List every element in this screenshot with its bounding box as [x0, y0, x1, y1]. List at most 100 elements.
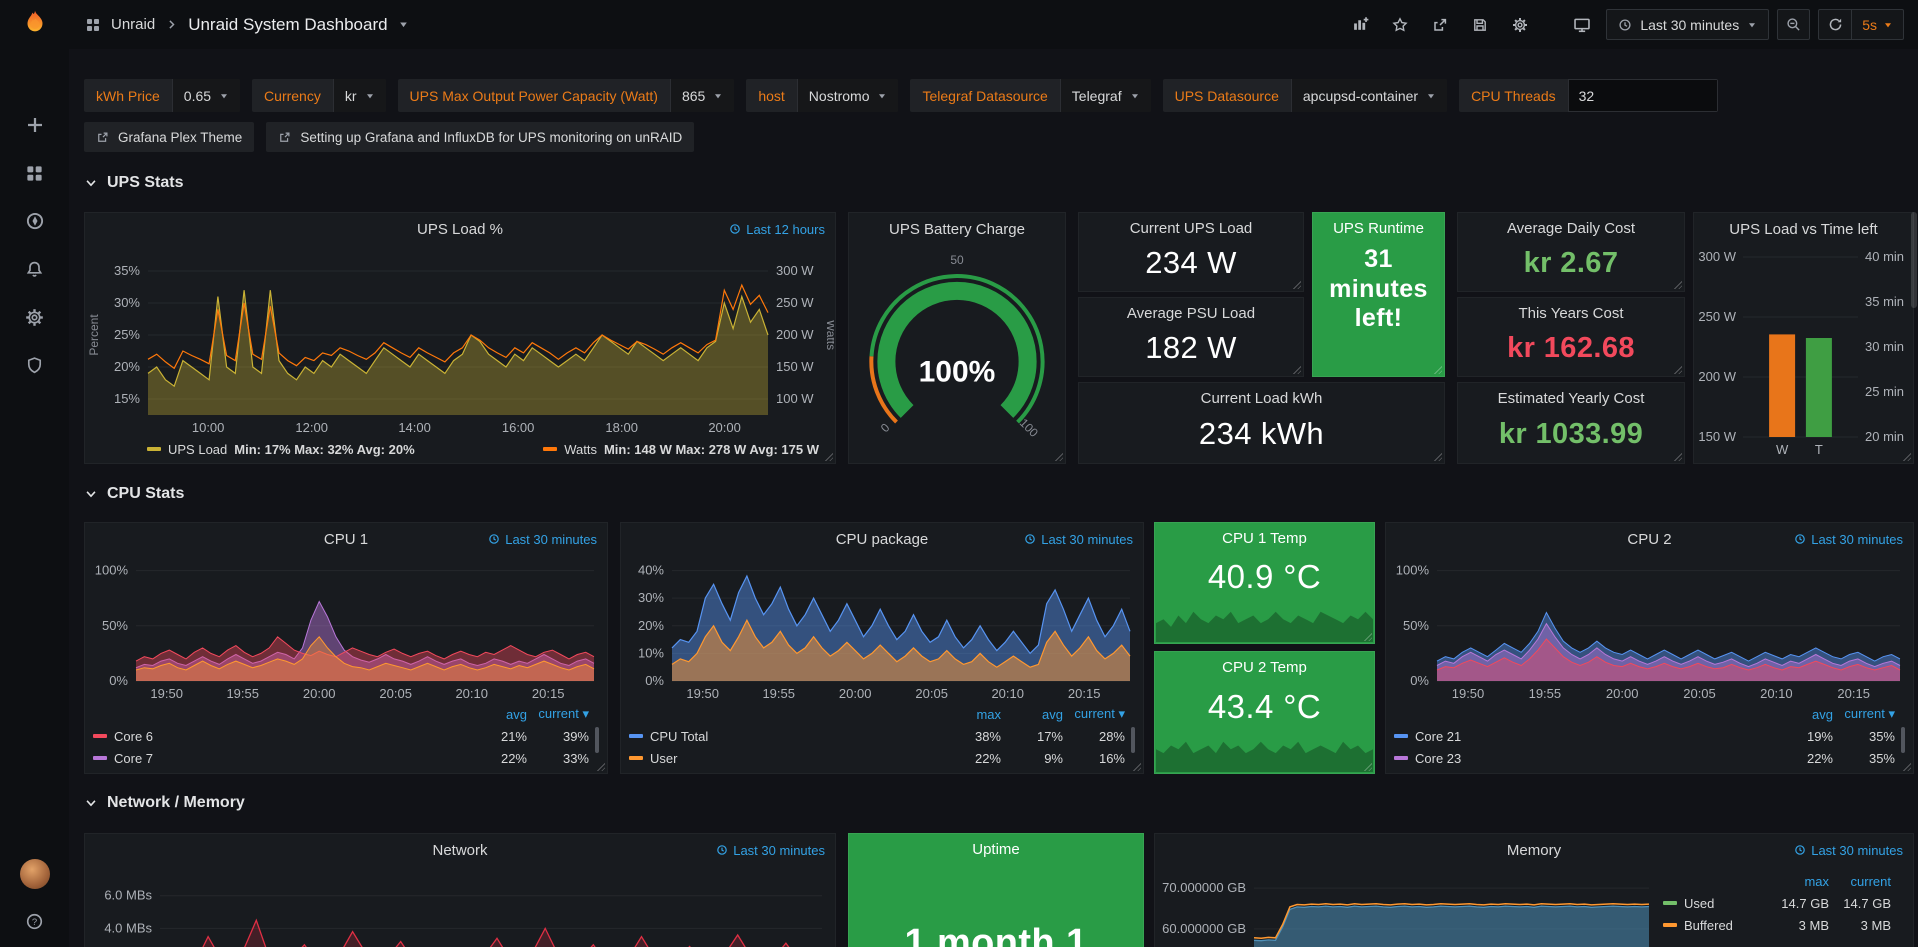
variable-value-dropdown[interactable]: apcupsd-container — [1291, 79, 1447, 112]
sidebar-item-create[interactable] — [23, 113, 47, 137]
row-header-cpu-stats[interactable]: CPU Stats — [84, 485, 184, 503]
variable-value-dropdown[interactable]: 865 — [670, 79, 734, 112]
panel-title[interactable]: Average Daily Cost — [1458, 213, 1684, 243]
dashboard-settings-button[interactable] — [1504, 10, 1536, 40]
star-button[interactable] — [1384, 10, 1416, 40]
panel-resize-handle[interactable] — [1902, 452, 1911, 461]
panel-title[interactable]: CPU 1 Temp — [1155, 523, 1374, 553]
legend-item-ups-load[interactable]: UPS LoadMin: 17% Max: 32% Avg: 20% — [147, 442, 415, 457]
legend-sort-current[interactable]: current ▾ — [527, 706, 589, 722]
cycle-view-mode-button[interactable] — [1566, 10, 1598, 40]
legend-sort-current[interactable]: current — [1829, 874, 1891, 889]
svg-text:20:15: 20:15 — [1068, 686, 1101, 701]
sidebar-item-dashboards[interactable] — [23, 161, 47, 185]
dashboard-link-ups-guide[interactable]: Setting up Grafana and InfluxDB for UPS … — [266, 122, 694, 152]
refresh-button[interactable] — [1819, 10, 1851, 39]
panel-title[interactable]: CPU 2 — [1627, 531, 1671, 548]
dashboard-link-plex-theme[interactable]: Grafana Plex Theme — [84, 122, 254, 152]
panel-resize-handle[interactable] — [596, 762, 605, 771]
panel-resize-handle[interactable] — [1292, 365, 1301, 374]
panel-title[interactable]: CPU 2 Temp — [1155, 652, 1374, 682]
legend-sort-max[interactable]: max — [939, 707, 1001, 722]
legend-series-name[interactable]: CPU Total — [629, 729, 939, 744]
variable-value-dropdown[interactable]: 0.65 — [172, 79, 240, 112]
legend-series-name[interactable]: Core 23 — [1394, 751, 1771, 766]
breadcrumb-folder[interactable]: Unraid — [111, 16, 155, 33]
sidebar-item-alerting[interactable] — [23, 257, 47, 281]
legend-series-name[interactable]: Buffered — [1663, 918, 1767, 933]
sidebar-item-configuration[interactable] — [23, 305, 47, 329]
panel-title[interactable]: UPS Load vs Time left — [1729, 221, 1877, 238]
legend-scrollbar-thumb[interactable] — [1131, 727, 1135, 753]
legend-series-name[interactable]: Used — [1663, 896, 1767, 911]
scrollbar-thumb[interactable] — [1911, 212, 1917, 308]
variable-value-dropdown[interactable]: Telegraf — [1060, 79, 1151, 112]
save-button[interactable] — [1464, 10, 1496, 40]
panel-title[interactable]: This Years Cost — [1458, 298, 1684, 328]
panel-resize-handle[interactable] — [1673, 365, 1682, 374]
panel-title[interactable]: CPU 1 — [324, 531, 368, 548]
legend-sort-max[interactable]: max — [1767, 874, 1829, 889]
legend-item-watts[interactable]: WattsMin: 148 W Max: 278 W Avg: 175 W — [543, 442, 819, 457]
caret-down-icon[interactable] — [398, 19, 409, 30]
panel-title[interactable]: UPS Runtime — [1313, 213, 1444, 243]
user-avatar[interactable] — [20, 859, 50, 889]
sidebar-item-server-admin[interactable] — [23, 353, 47, 377]
variable-value-dropdown[interactable]: kr — [333, 79, 386, 112]
panel-title[interactable]: CPU package — [836, 531, 929, 548]
ups-load-vs-time-chart: 150 W200 W250 W300 W20 min25 min30 min35… — [1695, 245, 1912, 461]
share-button[interactable] — [1424, 10, 1456, 40]
panel-title[interactable]: Uptime — [849, 834, 1143, 864]
legend-sort-current[interactable]: current ▾ — [1063, 706, 1125, 722]
sidebar-item-explore[interactable] — [23, 209, 47, 233]
panel-title[interactable]: Network — [432, 842, 487, 859]
dashboard-title[interactable]: Unraid System Dashboard — [188, 15, 387, 35]
panel-title[interactable]: Estimated Yearly Cost — [1458, 383, 1684, 413]
legend-row: User22%9%16% — [629, 747, 1135, 769]
panel-title[interactable]: Average PSU Load — [1079, 298, 1303, 328]
stat-value: 40.9 °C — [1155, 551, 1374, 603]
legend-series-name[interactable]: Core 6 — [93, 729, 465, 744]
legend-header: maxavgcurrent ▾ — [629, 703, 1135, 725]
panel-resize-handle[interactable] — [1363, 762, 1372, 771]
legend-sort-avg[interactable]: avg — [465, 707, 527, 722]
legend-sort-avg[interactable]: avg — [1001, 707, 1063, 722]
panel-resize-handle[interactable] — [1433, 365, 1442, 374]
panel-resize-handle[interactable] — [1363, 632, 1372, 641]
zoom-out-time-button[interactable] — [1777, 9, 1810, 40]
sidebar-item-help[interactable]: ? — [23, 909, 47, 933]
time-range-picker[interactable]: Last 30 minutes — [1606, 9, 1769, 40]
legend-series-name[interactable]: Core 21 — [1394, 729, 1771, 744]
panel-resize-handle[interactable] — [1902, 762, 1911, 771]
legend-sort-avg[interactable]: avg — [1771, 707, 1833, 722]
add-panel-button[interactable] — [1344, 10, 1376, 40]
panel-resize-handle[interactable] — [1132, 762, 1141, 771]
legend-scrollbar-thumb[interactable] — [1901, 727, 1905, 753]
svg-text:19:50: 19:50 — [150, 686, 183, 701]
variable-value-dropdown[interactable]: Nostromo — [797, 79, 899, 112]
panel-resize-handle[interactable] — [824, 452, 833, 461]
apps-grid-icon — [85, 17, 101, 33]
panel-resize-handle[interactable] — [1673, 280, 1682, 289]
row-header-ups-stats[interactable]: UPS Stats — [84, 174, 183, 192]
row-header-network-memory[interactable]: Network / Memory — [84, 794, 245, 812]
legend-series-name[interactable]: Core 7 — [93, 751, 465, 766]
panel-resize-handle[interactable] — [1673, 452, 1682, 461]
legend-sort-current[interactable]: current ▾ — [1833, 706, 1895, 722]
refresh-interval-dropdown[interactable]: 5s — [1851, 10, 1903, 39]
panel-title[interactable]: Memory — [1507, 842, 1561, 859]
question-circle-icon: ? — [25, 912, 44, 931]
svg-text:15%: 15% — [114, 391, 140, 406]
legend-series-name[interactable]: User — [629, 751, 939, 766]
panel-resize-handle[interactable] — [1433, 452, 1442, 461]
panel-title[interactable]: Current Load kWh — [1079, 383, 1444, 413]
panel-resize-handle[interactable] — [1054, 452, 1063, 461]
panel-resize-handle[interactable] — [1292, 280, 1301, 289]
svg-text:200 W: 200 W — [1698, 369, 1736, 384]
panel-title[interactable]: Current UPS Load — [1079, 213, 1303, 243]
panel-title[interactable]: UPS Battery Charge — [889, 221, 1025, 238]
cpu-threads-input[interactable] — [1568, 79, 1718, 112]
grafana-logo[interactable] — [0, 0, 69, 49]
legend-scrollbar-thumb[interactable] — [595, 727, 599, 753]
panel-title[interactable]: UPS Load % — [417, 221, 503, 238]
